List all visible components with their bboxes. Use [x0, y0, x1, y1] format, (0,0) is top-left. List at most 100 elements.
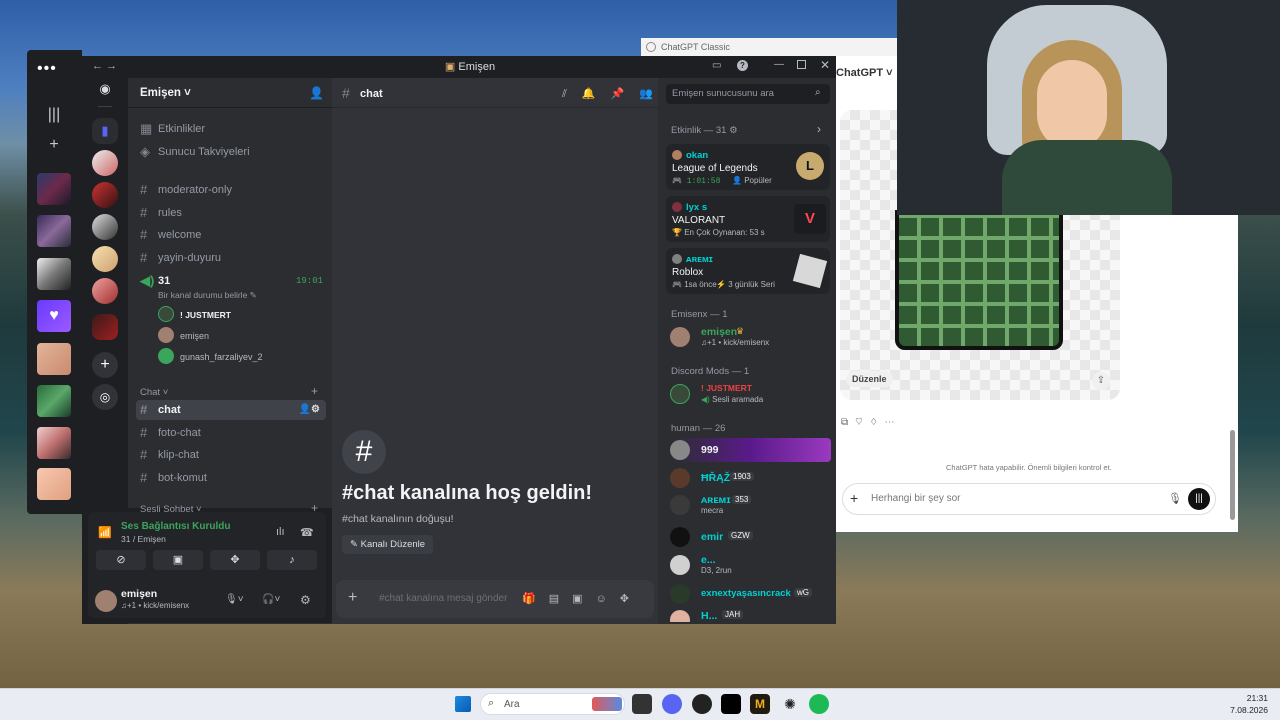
server-icon-4[interactable] — [92, 246, 118, 272]
launcher-thumb-7[interactable] — [37, 468, 71, 500]
voice-user[interactable]: emişen — [180, 331, 209, 341]
response-actions[interactable]: ⧉♡♢⋯ — [841, 417, 902, 428]
noise-suppression-icon[interactable]: ılı — [276, 526, 285, 538]
taskbar-app-files[interactable] — [632, 694, 652, 714]
server-icon-3[interactable] — [92, 214, 118, 240]
windows-start-icon[interactable] — [455, 696, 471, 712]
channel-bot-komut[interactable]: # bot-komut — [136, 468, 326, 488]
taskbar-app-discord[interactable] — [662, 694, 682, 714]
voice-status-prompt[interactable]: Bir kanal durumu belirle ✎ — [158, 290, 257, 301]
add-channel-icon[interactable]: + — [311, 384, 318, 398]
launcher-thumb-1[interactable] — [37, 173, 71, 205]
camera-toggle-button[interactable]: ⊘ — [96, 550, 146, 570]
scrollbar[interactable] — [1230, 430, 1235, 520]
edit-image-button[interactable]: Düzenle — [846, 371, 893, 387]
server-icon-5[interactable] — [92, 278, 118, 304]
launcher-thumb-6[interactable] — [37, 427, 71, 459]
category-chat[interactable]: Chat ˅ — [140, 387, 168, 398]
channel-label: yayin-duyuru — [158, 252, 221, 264]
add-icon[interactable]: + — [42, 133, 66, 157]
launcher-thumb-3[interactable] — [37, 258, 71, 290]
clock-time[interactable]: 21:31 — [1226, 693, 1268, 703]
activities-button[interactable]: ✥ — [210, 550, 260, 570]
user-avatar[interactable] — [95, 590, 117, 612]
server-icon-2[interactable] — [92, 182, 118, 208]
clock-date[interactable]: 7.08.2026 — [1210, 705, 1268, 715]
edit-channel-button[interactable]: ✎ Kanalı Düzenle — [342, 535, 434, 554]
channel-welcome[interactable]: # welcome — [136, 225, 326, 245]
discord-home-icon[interactable]: ◉ — [93, 81, 117, 101]
member-item[interactable]: ĦŘĄŽ 1903 — [670, 466, 830, 490]
launcher-thumb-2[interactable] — [37, 215, 71, 247]
share-icon[interactable]: ⇪ — [1092, 372, 1110, 390]
more-menu-icon[interactable]: ••• — [37, 60, 57, 78]
taskbar-app-openai[interactable]: ✺ — [780, 694, 800, 714]
settings-gear-icon[interactable]: ⚙ — [300, 593, 311, 607]
taskbar-app-spotify[interactable] — [809, 694, 829, 714]
member-item[interactable]: e... D3, 2run — [670, 553, 830, 577]
user-name[interactable]: emişen — [121, 588, 157, 600]
screen-share-button[interactable]: ▣ — [153, 550, 203, 570]
mic-icon[interactable]: 🎙˅ — [225, 594, 244, 605]
launcher-thumb-4[interactable] — [37, 343, 71, 375]
member-item[interactable]: emişen ♛ ♫+1 • kick/emisenx — [670, 325, 830, 349]
voice-user[interactable]: gunash_farzaliyev_2 — [180, 352, 263, 362]
member-item[interactable]: exnextyaşasıncrack wG — [670, 582, 830, 606]
mic-icon[interactable]: 🎙 — [1168, 492, 1182, 505]
soundboard-button[interactable]: ♪ — [267, 550, 317, 570]
channel-events[interactable]: ▦ Etkinlikler — [136, 119, 326, 139]
server-folder-icon[interactable]: ▮ — [92, 118, 118, 144]
channel-chat[interactable]: # chat 👤⚙ — [136, 400, 326, 420]
server-search[interactable]: Emişen sunucusunu ara — [666, 84, 830, 104]
headphones-icon[interactable]: 🎧˅ — [262, 594, 280, 605]
close-button[interactable]: ✕ — [820, 58, 830, 72]
add-attachment-icon[interactable]: + — [348, 589, 357, 607]
activity-card-valorant[interactable]: lyx s VALORANT 🏆 En Çok Oynanan: 53 s V — [666, 196, 830, 242]
member-item[interactable]: H... JAH — [670, 608, 830, 622]
taskbar-app-m[interactable]: M — [750, 694, 770, 714]
taskbar-app-chatgpt[interactable] — [721, 694, 741, 714]
member-item[interactable]: ᴀʀᴇᴍɪ 353 mecra — [670, 493, 830, 517]
search-highlight-icon — [592, 697, 622, 711]
minimize-button[interactable]: — — [774, 59, 784, 70]
back-icon[interactable]: ← → — [92, 60, 117, 72]
voice-mode-icon[interactable]: ||| — [1188, 488, 1210, 510]
server-icon-1[interactable] — [92, 150, 118, 176]
explore-icon[interactable]: ◎ — [92, 384, 118, 410]
library-icon[interactable]: ||| — [42, 103, 66, 127]
voice-channel-path[interactable]: 31 / Emişen — [121, 534, 166, 544]
composer-tools[interactable]: 🎁▤▣☺✥ — [522, 592, 642, 605]
chevron-right-icon[interactable]: › — [817, 122, 821, 136]
activity-card-league[interactable]: okan League of Legends 🎮 1:01:58 👤 Popül… — [666, 144, 830, 190]
member-item[interactable]: ! JUSTMERT ◀) Sesli aramada — [670, 382, 830, 406]
member-item[interactable]: emir GZW — [670, 525, 830, 549]
channel-label: Etkinlikler — [158, 123, 206, 135]
server-icon-6[interactable] — [92, 314, 118, 340]
launcher-thumb-heart[interactable]: ♥ — [37, 300, 71, 332]
channel-yayin-duyuru[interactable]: # yayin-duyuru — [136, 248, 326, 268]
voice-status[interactable]: Ses Bağlantısı Kuruldu — [121, 521, 230, 532]
channel-boosts[interactable]: ◈ Sunucu Takviyeleri — [136, 142, 326, 162]
voice-user[interactable]: ! JUSTMERT — [180, 310, 231, 320]
header-tools[interactable]: ⫽🔔📌👥 — [562, 87, 668, 101]
activity-card-roblox[interactable]: ᴀʀᴇᴍɪ Roblox 🎮 1sa önce ⚡ 3 günlük Seri — [666, 248, 830, 294]
launcher-thumb-5[interactable] — [37, 385, 71, 417]
model-selector[interactable]: ChatGPT ˅ — [836, 67, 893, 79]
channel-label: moderator-only — [158, 184, 232, 196]
taskbar-app-obs[interactable] — [692, 694, 712, 714]
member-item[interactable]: 999 — [670, 438, 831, 462]
attach-icon[interactable]: + — [850, 490, 858, 506]
help-icon[interactable]: ? — [737, 60, 748, 71]
inbox-icon[interactable]: ▭ — [712, 60, 721, 71]
channel-klip-chat[interactable]: # klip-chat — [136, 445, 326, 465]
disconnect-icon[interactable]: ☎ — [300, 526, 314, 539]
channel-foto-chat[interactable]: # foto-chat — [136, 423, 326, 443]
invite-icon[interactable]: 👤 — [309, 86, 324, 100]
add-server-icon[interactable]: + — [92, 352, 118, 378]
channel-settings-icon[interactable]: 👤⚙ — [299, 400, 320, 420]
channel-moderator-only[interactable]: # moderator-only — [136, 180, 326, 200]
server-name[interactable]: Emişen ˅ — [140, 87, 191, 99]
activity-header[interactable]: Etkinlik — 31 ⚙ — [671, 125, 738, 136]
channel-rules[interactable]: # rules — [136, 203, 326, 223]
maximize-button[interactable] — [797, 60, 806, 69]
